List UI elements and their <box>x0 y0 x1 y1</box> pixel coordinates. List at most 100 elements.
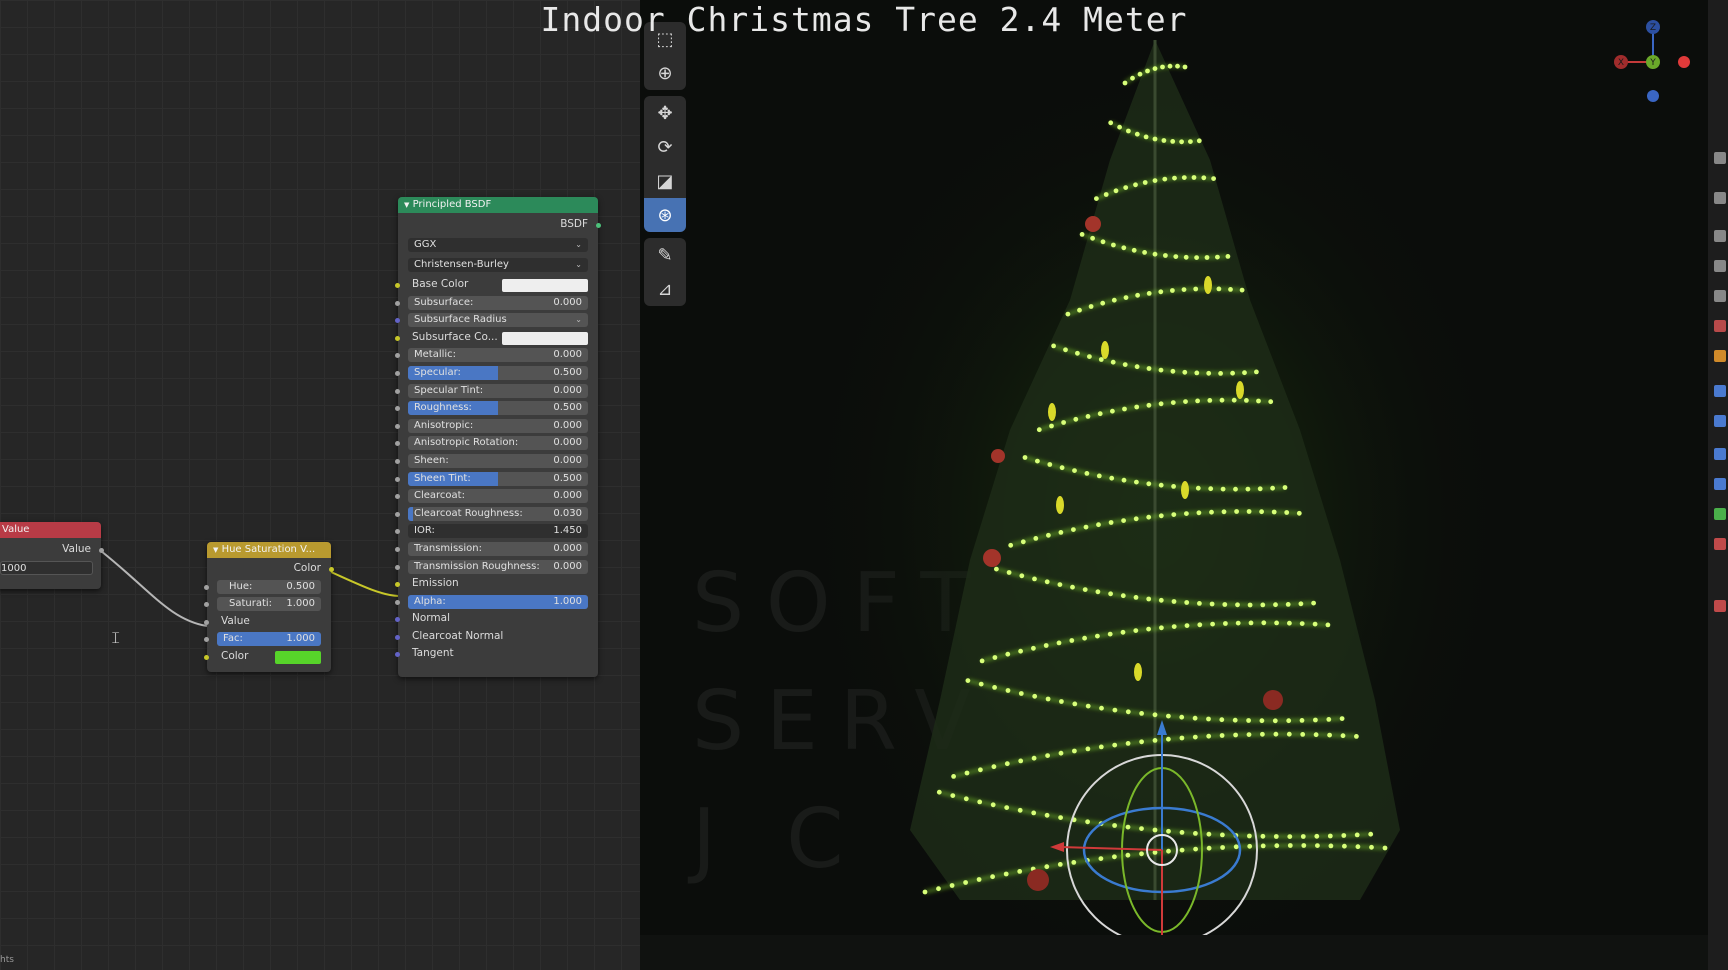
light-bulb <box>1063 347 1068 353</box>
texture-tab-icon[interactable] <box>1714 600 1726 612</box>
light-bulb <box>1246 732 1252 737</box>
bsdf-slider-field[interactable]: Alpha: 1.000 <box>408 594 588 609</box>
world-tab-icon[interactable] <box>1714 320 1726 332</box>
bsdf-slider-field[interactable]: Anisotropic Rotation: 0.000 <box>408 436 588 451</box>
scale-icon[interactable]: ◪ <box>644 164 686 198</box>
hue-color-output-socket[interactable] <box>329 567 334 572</box>
fac-field[interactable]: Fac: 1.000 <box>217 632 321 647</box>
tool-tab-icon[interactable] <box>1714 152 1726 164</box>
cursor-icon[interactable]: ⊕ <box>644 56 686 90</box>
node-editor[interactable]: Value Value 1000 ▼ Hue Saturation V... C… <box>0 0 640 970</box>
slider-input-socket[interactable] <box>395 564 400 570</box>
nav-x-pos[interactable] <box>1678 56 1690 68</box>
bsdf-slider-field[interactable]: Specular Tint: 0.000 <box>408 383 588 398</box>
saturation-field[interactable]: Saturati: 1.000 <box>217 597 321 612</box>
slider-input-socket[interactable] <box>395 494 400 500</box>
light-bulb <box>1300 834 1306 839</box>
slider-input-socket[interactable] <box>395 388 400 394</box>
bsdf-slider-field[interactable]: Metallic: 0.000 <box>408 348 588 363</box>
color-input-socket[interactable] <box>204 654 209 660</box>
bsdf-slider-field[interactable]: Anisotropic: 0.000 <box>408 418 588 433</box>
tangent-socket[interactable] <box>395 652 400 658</box>
bsdf-slider-field[interactable]: IOR: 1.450 <box>408 524 588 539</box>
constraints-tab-icon[interactable] <box>1714 478 1726 490</box>
subsurface-color-socket[interactable] <box>395 335 400 341</box>
render-tab-icon[interactable] <box>1714 192 1726 204</box>
collapse-arrow-icon[interactable]: ▼ <box>213 546 218 554</box>
slider-input-socket[interactable] <box>395 599 400 605</box>
rotate-icon[interactable]: ⟳ <box>644 130 686 164</box>
emission-socket[interactable] <box>395 582 400 588</box>
value-input-socket[interactable] <box>204 619 209 625</box>
modifier-tab-icon[interactable] <box>1714 385 1726 397</box>
light-bulb <box>1235 620 1241 626</box>
bsdf-slider-row: Specular Tint: 0.000 <box>395 382 598 400</box>
distribution-dropdown[interactable]: GGX ⌄ <box>408 238 588 252</box>
slider-input-socket[interactable] <box>395 406 400 412</box>
slider-input-socket[interactable] <box>395 353 400 359</box>
bsdf-slider-field[interactable]: Subsurface: 0.000 <box>408 295 588 310</box>
light-bulb <box>1313 717 1318 723</box>
measure-icon[interactable]: ⊿ <box>644 272 686 306</box>
bsdf-slider-field[interactable]: Clearcoat Roughness: 0.030 <box>408 506 588 521</box>
bsdf-slider-field[interactable]: Roughness: 0.500 <box>408 401 588 416</box>
hue-input-socket[interactable] <box>204 584 209 590</box>
value-output-socket[interactable] <box>99 548 104 553</box>
subsurface-radius-socket[interactable] <box>395 318 400 324</box>
principled-bsdf-node[interactable]: ▼ Principled BSDF BSDF GGX ⌄ Christensen… <box>395 197 601 677</box>
3d-viewport[interactable]: SOFT SERV J C <box>640 0 1708 970</box>
collapse-arrow-icon[interactable]: ▼ <box>404 201 409 209</box>
christmas-tree-render[interactable] <box>640 0 1708 970</box>
material-tab-icon[interactable] <box>1714 538 1726 550</box>
move-icon[interactable]: ✥ <box>644 96 686 130</box>
bsdf-slider-field[interactable]: Sheen: 0.000 <box>408 453 588 468</box>
value-input-text: 1000 <box>1 562 27 574</box>
base-color-socket[interactable] <box>395 283 400 288</box>
bsdf-output-socket[interactable] <box>596 223 601 228</box>
view-layer-tab-icon[interactable] <box>1714 260 1726 272</box>
nav-z-neg[interactable] <box>1647 90 1659 102</box>
subsurface-radius-dropdown[interactable]: Subsurface Radius ⌄ <box>408 313 588 328</box>
slider-input-socket[interactable] <box>395 300 400 306</box>
slider-input-socket[interactable] <box>395 529 400 535</box>
base-color-swatch[interactable] <box>502 279 588 292</box>
normal-socket[interactable] <box>395 617 400 623</box>
output-tab-icon[interactable] <box>1714 230 1726 242</box>
light-bulb <box>1146 514 1152 520</box>
hue-field[interactable]: Hue: 0.500 <box>217 579 321 594</box>
value-node-header[interactable]: Value <box>0 522 101 538</box>
object-tab-icon[interactable] <box>1714 350 1726 362</box>
light-bulb <box>1220 845 1225 850</box>
transform-icon[interactable]: ⊛ <box>644 198 686 232</box>
slider-input-socket[interactable] <box>395 476 400 482</box>
subsurface-color-swatch[interactable] <box>502 331 588 345</box>
fac-input-socket[interactable] <box>204 637 209 643</box>
slider-input-socket[interactable] <box>395 441 400 447</box>
slider-input-socket[interactable] <box>395 458 400 464</box>
bsdf-slider-field[interactable]: Sheen Tint: 0.500 <box>408 471 588 486</box>
slider-input-socket[interactable] <box>395 511 400 517</box>
hue-saturation-node[interactable]: ▼ Hue Saturation V... Color Hue: 0.500 S… <box>204 542 334 672</box>
saturation-input-socket[interactable] <box>204 602 209 608</box>
bsdf-slider-field[interactable]: Transmission: 0.000 <box>408 541 588 556</box>
slider-input-socket[interactable] <box>395 423 400 429</box>
particles-tab-icon[interactable] <box>1714 415 1726 427</box>
annotate-icon[interactable]: ✎ <box>644 238 686 272</box>
slider-input-socket[interactable] <box>395 546 400 552</box>
properties-tab-strip <box>1708 0 1728 970</box>
value-node[interactable]: Value Value 1000 <box>0 522 104 589</box>
bsdf-node-header[interactable]: ▼ Principled BSDF <box>398 197 598 213</box>
bsdf-slider-field[interactable]: Clearcoat: 0.000 <box>408 489 588 504</box>
hue-node-header[interactable]: ▼ Hue Saturation V... <box>207 542 331 558</box>
slider-label: Anisotropic Rotation: <box>414 437 519 449</box>
bsdf-slider-field[interactable]: Transmission Roughness: 0.000 <box>408 559 588 574</box>
scene-tab-icon[interactable] <box>1714 290 1726 302</box>
clearcoat-normal-socket[interactable] <box>395 634 400 640</box>
physics-tab-icon[interactable] <box>1714 448 1726 460</box>
subsurface-method-dropdown[interactable]: Christensen-Burley ⌄ <box>408 258 588 272</box>
slider-input-socket[interactable] <box>395 370 400 376</box>
bsdf-slider-field[interactable]: Specular: 0.500 <box>408 365 588 380</box>
color-swatch[interactable] <box>275 650 321 664</box>
value-input-field[interactable]: 1000 <box>0 560 93 575</box>
data-tab-icon[interactable] <box>1714 508 1726 520</box>
